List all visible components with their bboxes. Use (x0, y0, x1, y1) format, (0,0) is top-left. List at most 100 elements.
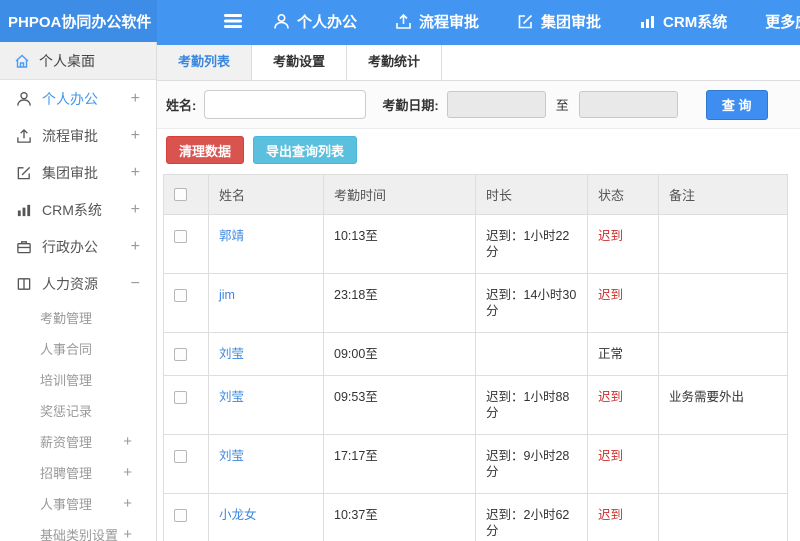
name-cell: 刘莹 (208, 434, 324, 494)
chart-icon (641, 15, 655, 28)
employee-name-link[interactable]: 刘莹 (219, 347, 244, 361)
nav-process-approval[interactable]: 流程审批 (395, 11, 479, 32)
name-cell: 刘莹 (208, 332, 324, 376)
employee-name-link[interactable]: jim (219, 288, 235, 302)
name-cell: 小龙女 (208, 493, 324, 541)
row-checkbox[interactable] (174, 450, 187, 464)
employee-name-link[interactable]: 郭靖 (219, 229, 244, 243)
expand-icon[interactable]: + (131, 201, 140, 218)
expand-icon[interactable]: + (123, 464, 132, 481)
nav-item-label: 流程审批 (419, 13, 480, 31)
menu-toggle-button[interactable] (223, 13, 243, 29)
sidebar-subitem-hr-contract[interactable]: 人事合同 (0, 333, 156, 364)
expand-icon[interactable]: + (123, 526, 132, 541)
select-all-checkbox[interactable] (174, 187, 187, 201)
sidebar-subitem-label: 培训管理 (40, 373, 93, 388)
note-cell (658, 273, 788, 333)
row-checkbox[interactable] (174, 391, 187, 405)
col-header-duration: 时长 (475, 174, 588, 215)
employee-name-link[interactable]: 刘莹 (219, 449, 244, 463)
sidebar-item-hr[interactable]: 人力资源 − (0, 265, 156, 302)
nav-item-label: CRM系统 (663, 13, 728, 31)
time-cell: 17:17至 (323, 434, 476, 494)
nav-item-label: 个人办公 (297, 13, 358, 31)
duration-line: 迟到：1小时22分 (486, 229, 570, 259)
date-from-input[interactable] (446, 91, 546, 118)
nav-more-apps[interactable]: 更多应用 (765, 11, 800, 32)
name-cell: jim (208, 273, 324, 333)
search-button[interactable]: 查 询 (705, 89, 768, 120)
person-icon (17, 91, 31, 106)
duration-cell: 迟到：1小时88分 (475, 375, 588, 435)
sidebar-subitem-recruitment[interactable]: 招聘管理 + (0, 457, 156, 488)
employee-name-link[interactable]: 小龙女 (219, 508, 257, 522)
checkbox-cell (163, 434, 209, 494)
clear-data-button[interactable]: 清理数据 (166, 136, 245, 164)
table-row: 刘莹 17:17至 迟到：9小时28分 迟到 (163, 434, 788, 494)
sidebar-subitem-label: 薪资管理 (40, 435, 93, 450)
status-text: 正常 (598, 347, 624, 361)
expand-icon[interactable]: + (123, 433, 132, 450)
status-cell: 迟到 (587, 434, 659, 494)
date-to-label: 至 (555, 98, 569, 113)
duration-line: 迟到：14小时30分 (486, 288, 577, 318)
row-checkbox[interactable] (174, 348, 187, 362)
tab-attendance-stats[interactable]: 考勤统计 (347, 45, 443, 80)
edit-icon (518, 14, 533, 28)
status-cell: 迟到 (587, 493, 659, 541)
sidebar-subitem-training[interactable]: 培训管理 (0, 364, 156, 395)
export-list-button[interactable]: 导出查询列表 (253, 136, 358, 164)
checkbox-cell (163, 214, 209, 274)
sidebar-subitem-salary[interactable]: 薪资管理 + (0, 426, 156, 457)
sidebar-item-group-approval[interactable]: 集团审批 + (0, 154, 156, 191)
date-to-input[interactable] (578, 91, 678, 118)
sidebar-item-desktop[interactable]: 个人桌面 (0, 42, 156, 80)
tab-attendance-list[interactable]: 考勤列表 (157, 45, 253, 80)
checkbox-cell (163, 332, 209, 376)
main-content: 考勤列表 考勤设置 考勤统计 姓名: 考勤日期: 至 查 询 清理数据 导出查询… (157, 42, 800, 541)
duration-cell: 迟到：9小时28分 (475, 434, 588, 494)
person-icon (274, 13, 289, 29)
row-checkbox[interactable] (174, 509, 187, 523)
col-header-time: 考勤时间 (323, 174, 476, 215)
sidebar-subitem-label: 奖惩记录 (40, 404, 93, 419)
name-filter-label: 姓名: (166, 98, 197, 113)
sidebar-item-process-approval[interactable]: 流程审批 + (0, 117, 156, 154)
row-checkbox[interactable] (174, 230, 187, 244)
note-cell (658, 493, 788, 541)
col-header-note: 备注 (658, 174, 788, 215)
sidebar-item-crm[interactable]: CRM系统 + (0, 191, 156, 228)
col-header-status: 状态 (587, 174, 659, 215)
expand-icon[interactable]: + (131, 90, 140, 107)
sidebar-subitem-base-categories[interactable]: 基础类别设置 + (0, 519, 156, 541)
select-all-cell (163, 174, 209, 215)
sidebar-item-personal-office[interactable]: 个人办公 + (0, 80, 156, 117)
sidebar-subitem-attendance[interactable]: 考勤管理 (0, 302, 156, 333)
nav-crm-system[interactable]: CRM系统 (639, 11, 727, 32)
sidebar-subitem-label: 考勤管理 (40, 311, 93, 326)
expand-icon[interactable]: + (123, 495, 132, 512)
process-icon (17, 128, 31, 143)
process-icon (396, 13, 411, 29)
status-text: 迟到 (598, 449, 624, 463)
checkbox-cell (163, 375, 209, 435)
note-cell (658, 434, 788, 494)
nav-group-approval[interactable]: 集团审批 (517, 11, 601, 32)
nav-personal-office[interactable]: 个人办公 (273, 11, 357, 32)
tab-attendance-settings[interactable]: 考勤设置 (252, 45, 348, 80)
expand-icon[interactable]: + (131, 164, 140, 181)
sidebar-item-admin-office[interactable]: 行政办公 + (0, 228, 156, 265)
expand-icon[interactable]: + (131, 127, 140, 144)
row-checkbox[interactable] (174, 289, 187, 303)
status-cell: 正常 (587, 332, 659, 376)
expand-icon[interactable]: + (131, 238, 140, 255)
collapse-icon[interactable]: − (131, 275, 140, 292)
checkbox-cell (163, 493, 209, 541)
sidebar-subitem-rewards[interactable]: 奖惩记录 (0, 395, 156, 426)
sidebar-subitem-personnel[interactable]: 人事管理 + (0, 488, 156, 519)
duration-cell (475, 332, 588, 376)
nav-item-label: 集团审批 (541, 13, 602, 31)
employee-name-link[interactable]: 刘莹 (219, 390, 244, 404)
sidebar-subitem-label: 人事管理 (40, 497, 93, 512)
name-input[interactable] (204, 90, 367, 119)
